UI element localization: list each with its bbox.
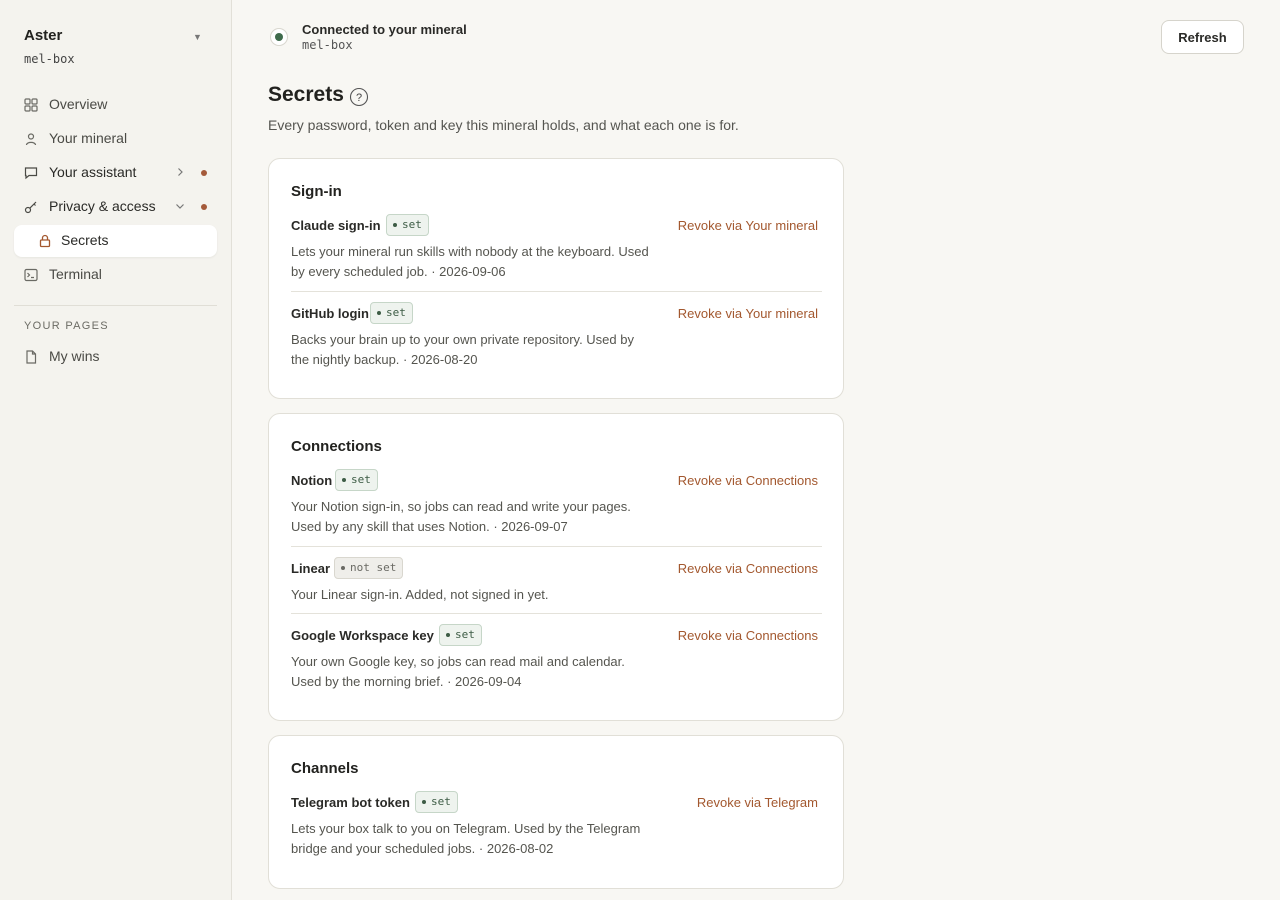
document-icon — [26, 350, 37, 364]
page-title: Secrets — [268, 83, 344, 106]
secret-name: Linear — [291, 561, 331, 576]
secret-description: Your Notion sign-in, so jobs can read an… — [291, 499, 631, 534]
row-divider — [291, 613, 822, 614]
secret-description: Backs your brain up to your own private … — [291, 332, 634, 367]
refresh-button[interactable]: Refresh — [1161, 20, 1244, 54]
row-divider — [291, 546, 822, 547]
status-badge: set — [370, 302, 413, 324]
revoke-link[interactable]: Revoke via Your mineral — [678, 218, 818, 233]
card-title: Connections — [291, 438, 382, 455]
revoke-link[interactable]: Revoke via Connections — [678, 561, 818, 576]
svg-text:?: ? — [356, 92, 362, 104]
terminal-icon — [24, 268, 38, 282]
secret-name: Notion — [291, 473, 333, 488]
status-dot-icon — [342, 478, 346, 482]
key-icon — [24, 201, 37, 214]
status-badge: set — [335, 469, 378, 491]
sidebar-item-your-mineral[interactable]: Your mineral — [14, 123, 217, 155]
workspace-caret-icon[interactable]: ▼ — [193, 32, 202, 42]
sidebar-item-label: Terminal — [49, 266, 102, 282]
status-dot-icon — [393, 223, 397, 227]
row-divider — [291, 291, 822, 292]
chevron-down-icon[interactable] — [174, 200, 186, 212]
list-item: Claude sign-in set Lets your mineral run… — [291, 214, 822, 282]
secret-name: GitHub login — [291, 306, 369, 321]
status-dot-icon — [377, 311, 381, 315]
alert-dot — [201, 170, 207, 176]
sidebar-item-label: Privacy & access — [49, 198, 156, 214]
sidebar-item-label: Your assistant — [49, 164, 137, 180]
status-dot-icon — [341, 566, 345, 570]
workspace-box: mel-box — [24, 52, 75, 66]
chat-bubble-icon — [24, 167, 38, 180]
revoke-link[interactable]: Revoke via Connections — [678, 473, 818, 488]
sidebar-item-secrets[interactable]: Secrets — [14, 225, 217, 257]
card-title: Sign-in — [291, 183, 342, 200]
revoke-link[interactable]: Revoke via Connections — [678, 628, 818, 643]
status-badge: set — [415, 791, 458, 813]
status-dot-icon — [446, 633, 450, 637]
sidebar-item-terminal[interactable]: Terminal — [14, 259, 217, 291]
sidebar-item-your-assistant[interactable]: Your assistant — [14, 157, 217, 189]
status-badge: set — [386, 214, 429, 236]
lock-icon — [39, 234, 51, 248]
sidebar-item-label: My wins — [49, 348, 100, 364]
workspace-name[interactable]: Aster — [24, 27, 62, 44]
chevron-right-icon[interactable] — [174, 166, 186, 178]
card-connections: Connections Notion set Your Notion sign-… — [268, 413, 844, 721]
sidebar-item-overview[interactable]: Overview — [14, 89, 217, 121]
list-item: Notion set Your Notion sign-in, so jobs … — [291, 469, 822, 537]
sidebar-divider — [14, 305, 217, 306]
secret-description: Your Linear sign-in. Added, not signed i… — [291, 587, 549, 602]
status-badge: not set — [334, 557, 404, 579]
secret-description: Lets your mineral run skills with nobody… — [291, 244, 649, 279]
connection-box: mel-box — [302, 38, 353, 52]
revoke-link[interactable]: Revoke via Telegram — [697, 795, 818, 810]
secret-name: Google Workspace key — [291, 628, 434, 643]
card-channels: Channels Telegram bot token set Lets you… — [268, 735, 844, 889]
person-icon — [25, 133, 37, 146]
list-item: Linear not set Your Linear sign-in. Adde… — [291, 557, 822, 605]
card-sign-in: Sign-in Claude sign-in set Lets your min… — [268, 158, 844, 399]
secret-name: Telegram bot token — [291, 795, 410, 810]
status-dot-icon — [422, 800, 426, 804]
sidebar-item-privacy-access[interactable]: Privacy & access — [14, 191, 217, 223]
sidebar-item-label: Your mineral — [49, 130, 128, 146]
secret-description: Your own Google key, so jobs can read ma… — [291, 654, 625, 689]
sidebar-item-my-wins[interactable]: My wins — [14, 341, 217, 373]
secret-description: Lets your box talk to you on Telegram. U… — [291, 821, 641, 856]
connection-status-indicator — [270, 28, 288, 46]
connection-title: Connected to your mineral — [302, 22, 467, 37]
sidebar: Aster ▼ mel-box Overview Your mineral Yo… — [0, 0, 232, 900]
sidebar-item-label: Secrets — [61, 232, 109, 248]
list-item: GitHub login set Backs your brain up to … — [291, 302, 822, 370]
list-item: Google Workspace key set Your own Google… — [291, 624, 822, 692]
revoke-link[interactable]: Revoke via Your mineral — [678, 306, 818, 321]
grid-icon — [24, 98, 38, 112]
card-title: Channels — [291, 760, 359, 777]
secret-name: Claude sign-in — [291, 218, 381, 233]
connected-dot-icon — [275, 33, 283, 41]
help-icon[interactable]: ? — [349, 87, 369, 107]
list-item: Telegram bot token set Lets your box tal… — [291, 791, 822, 859]
alert-dot — [201, 204, 207, 210]
page-description: Every password, token and key this miner… — [268, 117, 739, 133]
section-label-your-pages: YOUR PAGES — [24, 320, 109, 332]
sidebar-item-label: Overview — [49, 96, 108, 112]
status-badge: set — [439, 624, 482, 646]
